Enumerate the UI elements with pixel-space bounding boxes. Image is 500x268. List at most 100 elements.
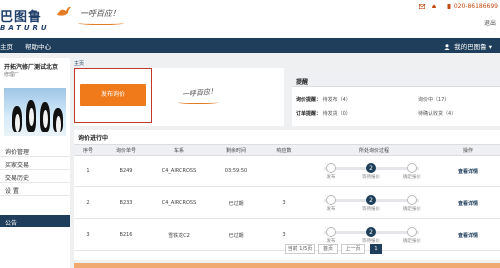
notice-header[interactable]: 公告: [0, 215, 70, 227]
order-ship-link[interactable]: 待发货（0）: [323, 111, 351, 117]
column-header: 响应数: [276, 148, 292, 154]
column-header: 车系: [173, 148, 185, 154]
step-dot: [407, 195, 417, 205]
user-icon: [444, 44, 450, 50]
chevron-right-icon: ›: [5, 147, 7, 153]
cell-time: 03:59:50: [224, 168, 248, 174]
publish-panel: 发布询价 一呼百应！: [74, 68, 284, 126]
penguin-image: [12, 106, 22, 132]
order-receive-link[interactable]: 待确认收货（4）: [418, 110, 456, 117]
bird-icon: [57, 6, 71, 16]
slogan: 一呼百应！: [80, 9, 120, 18]
view-detail-link[interactable]: 查看详情: [458, 168, 478, 175]
penguin-image: [40, 102, 50, 132]
cell-id: B249: [119, 168, 133, 174]
cell-car: 雪铁龙C2: [168, 233, 190, 239]
penguin-image: [53, 108, 63, 134]
phone-number: 020-86186699: [453, 3, 498, 10]
top-navbar: 主页 帮助中心 我的巴图鲁 ▾: [0, 38, 500, 53]
my-baturu-menu[interactable]: 我的巴图鲁 ▾: [444, 41, 492, 51]
penguin-image: [26, 100, 36, 132]
page-info: 当前 1/5页: [285, 244, 315, 254]
inquiry-table-panel: 询价进行中 序号 询价单号 车系 剩余时间 响应数 所处询价过程 操作 1 B2…: [74, 130, 500, 260]
bottom-accent-bar: [74, 263, 500, 268]
step-label: 等待报价: [362, 207, 380, 212]
step-label: 等待报价: [362, 175, 380, 180]
user-role: 修理厂: [4, 72, 20, 78]
logout-link[interactable]: 退出: [484, 18, 496, 27]
view-detail-link[interactable]: 查看详情: [458, 200, 478, 207]
breadcrumb[interactable]: 主页: [74, 60, 84, 67]
step-dot-current: 2: [366, 163, 376, 173]
sidebar-item-inquiry[interactable]: 询价管理 ›: [0, 144, 70, 157]
cell-id: B233: [119, 200, 133, 206]
avatar[interactable]: [4, 88, 66, 136]
prev-page-button[interactable]: 上一页: [341, 244, 365, 254]
inquiry-pending-link[interactable]: 待发布（4）: [323, 97, 351, 103]
cell-car: C4_AIRCROSS: [161, 200, 197, 206]
step-dot-current: 2: [366, 195, 376, 205]
chevron-right-icon: ›: [5, 186, 7, 192]
first-page-button[interactable]: 首页: [318, 244, 338, 254]
step-dot: [326, 195, 336, 205]
sidebar-item-buyer[interactable]: 买家交易 ›: [0, 157, 70, 170]
company-name: 开拓汽修厂测试北京: [4, 64, 59, 71]
cell-time: 已过期: [228, 233, 244, 239]
table-row: 1 B249 C4_AIRCROSS 03:59:50 2 发布 等待报价 确定…: [74, 155, 500, 187]
table-row: 2 B233 C4_AIRCROSS 已过期 3 2 发布 等待报价 确定报价 …: [74, 187, 500, 219]
page-number-current[interactable]: 1: [370, 244, 382, 254]
cell-id: B216: [119, 232, 133, 238]
chevron-down-icon: ▾: [488, 43, 492, 51]
cell-car: C4_AIRCROSS: [161, 168, 197, 174]
step-label: 发布: [326, 175, 336, 180]
inquiry-reminder-label: 询价提醒：: [296, 97, 322, 103]
order-reminder-label: 订单提醒：: [296, 111, 322, 117]
header: 巴图鲁 BATURU 一呼百应！ 020-86186699 退出: [0, 0, 500, 38]
table-title: 询价进行中: [78, 135, 109, 142]
cell-no: 1: [86, 168, 90, 174]
sidebar: 开拓汽修厂测试北京 修理厂 询价管理 › 买家交易 › 交易历史 › 设 置 › 公告: [0, 58, 70, 268]
column-header: 询价单号: [115, 148, 137, 154]
nav-help-center[interactable]: 帮助中心: [25, 41, 51, 51]
inquiry-reminder: 询价提醒： 待发布（4）: [296, 96, 351, 103]
sidebar-item-history[interactable]: 交易历史 ›: [0, 170, 70, 183]
column-header: 操作: [462, 148, 474, 154]
reminders-panel: 提醒 询价提醒： 待发布（4） 询价中（17） 订单提醒： 待发货（0） 待确认…: [292, 74, 500, 126]
slogan-underline: [78, 20, 124, 25]
step-dot-current: 2: [366, 227, 376, 237]
step-label: 确定报价: [403, 239, 421, 244]
cell-time: 已过期: [228, 201, 244, 207]
publish-inquiry-button[interactable]: 发布询价: [80, 84, 146, 106]
bell-icon[interactable]: [431, 4, 437, 9]
step-label: 确定报价: [403, 175, 421, 180]
logo-cn: 巴图鲁: [0, 10, 43, 25]
chevron-right-icon: ›: [5, 160, 7, 166]
column-header: 所处询价过程: [358, 148, 390, 154]
chevron-right-icon: ›: [5, 173, 7, 179]
sidebar-item-settings[interactable]: 设 置 ›: [0, 183, 70, 196]
my-baturu-label: 我的巴图鲁: [454, 43, 487, 51]
inquiry-progress-link[interactable]: 询价中（17）: [418, 96, 449, 103]
nav-home[interactable]: 主页: [0, 41, 13, 51]
header-right: 020-86186699: [415, 3, 498, 10]
column-header: 剩余时间: [225, 148, 247, 154]
column-header: 序号: [82, 148, 94, 154]
cell-responses: 3: [282, 232, 286, 238]
phone-icon: [447, 4, 451, 9]
reminders-title: 提醒: [296, 79, 309, 86]
baturu-logo[interactable]: 巴图鲁 BATURU: [0, 4, 71, 32]
cell-no: 3: [86, 232, 90, 238]
reminders-title-bar: [292, 74, 500, 87]
publish-highlight-box: 发布询价: [74, 68, 152, 123]
notice-label: 公告: [5, 220, 18, 227]
logo-en: BATURU: [0, 24, 50, 32]
step-dot: [326, 163, 336, 173]
order-reminder: 订单提醒： 待发货（0）: [296, 110, 351, 117]
cell-responses: 3: [282, 200, 286, 206]
mail-icon[interactable]: [419, 4, 426, 9]
step-dot: [326, 227, 336, 237]
step-dot: [407, 163, 417, 173]
step-dot: [407, 227, 417, 237]
publish-slogan: 一呼百应！: [181, 87, 218, 99]
view-detail-link[interactable]: 查看详情: [458, 232, 478, 239]
